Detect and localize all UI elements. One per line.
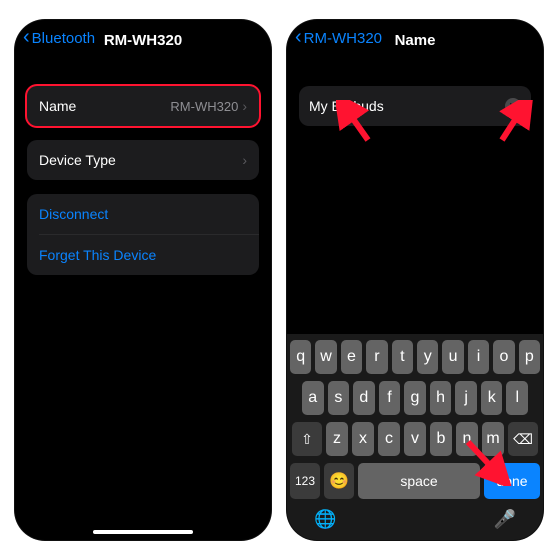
settings-list: Name RM-WH320 › Device Type › Disconnect… [15, 86, 271, 275]
keyboard-row-bottom: 123 😊 space done [290, 463, 540, 499]
key-n[interactable]: n [456, 422, 478, 456]
key-v[interactable]: v [404, 422, 426, 456]
key-e[interactable]: e [341, 340, 362, 374]
key-x[interactable]: x [352, 422, 374, 456]
key-l[interactable]: l [506, 381, 528, 415]
keyboard: qwertyuiop asdfghjkl ⇧zxcvbnm⌫ 123 😊 spa… [287, 334, 543, 540]
name-input[interactable]: My Earbuds [309, 98, 505, 114]
key-b[interactable]: b [430, 422, 452, 456]
device-type-label: Device Type [39, 152, 242, 168]
nav-title: Name [287, 32, 543, 49]
globe-icon[interactable]: 🌐 [314, 509, 336, 530]
key-z[interactable]: z [326, 422, 348, 456]
done-key[interactable]: done [484, 463, 540, 499]
key-i[interactable]: i [468, 340, 489, 374]
backspace-key[interactable]: ⌫ [508, 422, 538, 456]
name-row-value: RM-WH320 [170, 99, 238, 114]
forget-label: Forget This Device [39, 247, 156, 263]
key-r[interactable]: r [366, 340, 387, 374]
numbers-key[interactable]: 123 [290, 463, 320, 499]
shift-key[interactable]: ⇧ [292, 422, 322, 456]
key-s[interactable]: s [328, 381, 350, 415]
mic-icon[interactable]: 🎤 [494, 509, 516, 530]
forget-device-button[interactable]: Forget This Device [27, 235, 259, 275]
key-t[interactable]: t [392, 340, 413, 374]
key-m[interactable]: m [482, 422, 504, 456]
keyboard-row-2: asdfghjkl [290, 381, 540, 415]
chevron-right-icon: › [242, 152, 247, 168]
name-row-label: Name [39, 98, 170, 114]
key-u[interactable]: u [442, 340, 463, 374]
device-type-row[interactable]: Device Type › [27, 140, 259, 180]
actions-group: Disconnect Forget This Device [27, 194, 259, 275]
key-g[interactable]: g [404, 381, 426, 415]
key-c[interactable]: c [378, 422, 400, 456]
space-key[interactable]: space [358, 463, 480, 499]
key-f[interactable]: f [379, 381, 401, 415]
key-j[interactable]: j [455, 381, 477, 415]
name-row[interactable]: Name RM-WH320 › [27, 86, 259, 126]
nav-title: RM-WH320 [15, 32, 271, 49]
key-a[interactable]: a [302, 381, 324, 415]
key-q[interactable]: q [290, 340, 311, 374]
nav-bar: ‹ Bluetooth RM-WH320 [15, 20, 271, 64]
key-w[interactable]: w [315, 340, 336, 374]
keyboard-row-3: ⇧zxcvbnm⌫ [290, 422, 540, 456]
key-o[interactable]: o [493, 340, 514, 374]
keyboard-row-1: qwertyuiop [290, 340, 540, 374]
name-input-row[interactable]: My Earbuds ✕ [299, 86, 531, 126]
chevron-right-icon: › [242, 98, 247, 114]
key-h[interactable]: h [430, 381, 452, 415]
device-details-screen: ‹ Bluetooth RM-WH320 Name RM-WH320 › Dev… [15, 20, 271, 540]
key-k[interactable]: k [481, 381, 503, 415]
emoji-key[interactable]: 😊 [324, 463, 354, 499]
disconnect-label: Disconnect [39, 206, 108, 222]
nav-bar: ‹ RM-WH320 Name [287, 20, 543, 64]
edit-name-screen: ‹ RM-WH320 Name My Earbuds ✕ qwertyuiop … [287, 20, 543, 540]
key-y[interactable]: y [417, 340, 438, 374]
home-indicator[interactable] [93, 530, 193, 534]
key-d[interactable]: d [353, 381, 375, 415]
key-p[interactable]: p [519, 340, 540, 374]
clear-text-icon[interactable]: ✕ [505, 98, 521, 114]
keyboard-footer: 🌐 🎤 [290, 505, 540, 536]
disconnect-button[interactable]: Disconnect [27, 194, 259, 234]
